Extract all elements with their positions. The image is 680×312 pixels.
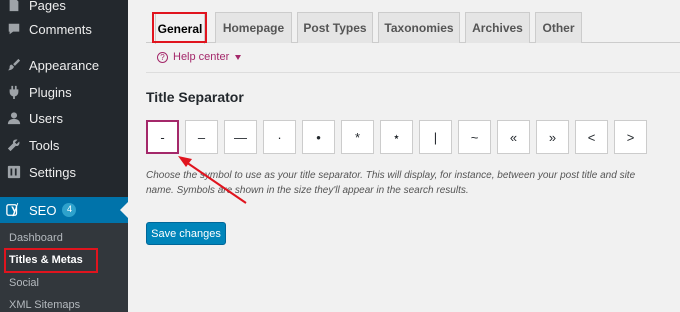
users-icon — [7, 111, 21, 125]
tab-post-types[interactable]: Post Types — [297, 12, 373, 43]
separator-option[interactable]: » — [536, 120, 569, 154]
separator-option[interactable]: > — [614, 120, 647, 154]
menu-tools[interactable]: Tools — [0, 132, 128, 158]
save-changes-button[interactable]: Save changes — [146, 222, 226, 245]
tab-archives[interactable]: Archives — [465, 12, 530, 43]
yoast-icon — [5, 202, 21, 218]
submenu-social[interactable]: Social — [9, 273, 39, 293]
separator-option[interactable]: - — [146, 120, 179, 154]
help-divider — [146, 72, 680, 73]
tab-other[interactable]: Other — [535, 12, 582, 43]
separator-description: Choose the symbol to use as your title s… — [146, 170, 636, 196]
menu-pages-label: Pages — [29, 0, 66, 13]
seo-notification-badge: 4 — [62, 203, 77, 217]
comments-icon — [7, 22, 21, 36]
separator-option[interactable]: * — [341, 120, 374, 154]
menu-comments-label: Comments — [29, 21, 92, 37]
settings-icon — [7, 165, 21, 179]
submenu-dashboard[interactable]: Dashboard — [9, 228, 63, 248]
menu-seo[interactable]: SEO 4 — [0, 197, 128, 223]
separator-option[interactable]: – — [185, 120, 218, 154]
appearance-icon — [7, 58, 21, 72]
chevron-down-icon — [235, 54, 242, 60]
plugins-icon — [7, 85, 21, 99]
general-tab-highlight-box — [152, 12, 207, 43]
tab-homepage[interactable]: Homepage — [215, 12, 292, 43]
tools-icon — [7, 138, 21, 152]
menu-appearance-label: Appearance — [29, 57, 100, 73]
separator-option[interactable]: « — [497, 120, 530, 154]
separator-option[interactable]: — — [224, 120, 257, 154]
separator-option[interactable]: ~ — [458, 120, 491, 154]
menu-plugins-label: Plugins — [29, 84, 72, 100]
menu-appearance[interactable]: Appearance — [0, 52, 128, 78]
separator-option[interactable]: < — [575, 120, 608, 154]
help-center-toggle[interactable]: ? Help center — [157, 51, 242, 63]
pages-icon — [7, 0, 21, 12]
separator-option[interactable]: ⋆ — [380, 120, 413, 154]
menu-comments[interactable]: Comments — [0, 16, 128, 42]
help-icon: ? — [157, 51, 168, 63]
separator-option[interactable]: • — [302, 120, 335, 154]
separator-option[interactable]: · — [263, 120, 296, 154]
section-title: Title Separator — [146, 89, 244, 105]
current-menu-pointer — [120, 202, 128, 218]
menu-plugins[interactable]: Plugins — [0, 79, 128, 105]
help-center-label: Help center — [173, 51, 230, 63]
menu-users[interactable]: Users — [0, 105, 128, 131]
titles-metas-highlight-box — [4, 248, 98, 273]
submenu-xml-sitemaps[interactable]: XML Sitemaps — [9, 295, 80, 312]
menu-settings-label: Settings — [29, 164, 76, 180]
separator-option[interactable]: | — [419, 120, 452, 154]
tab-taxonomies[interactable]: Taxonomies — [378, 12, 460, 43]
menu-tools-label: Tools — [29, 137, 60, 153]
menu-users-label: Users — [29, 110, 63, 126]
menu-seo-label: SEO — [29, 202, 57, 218]
menu-settings[interactable]: Settings — [0, 159, 128, 185]
